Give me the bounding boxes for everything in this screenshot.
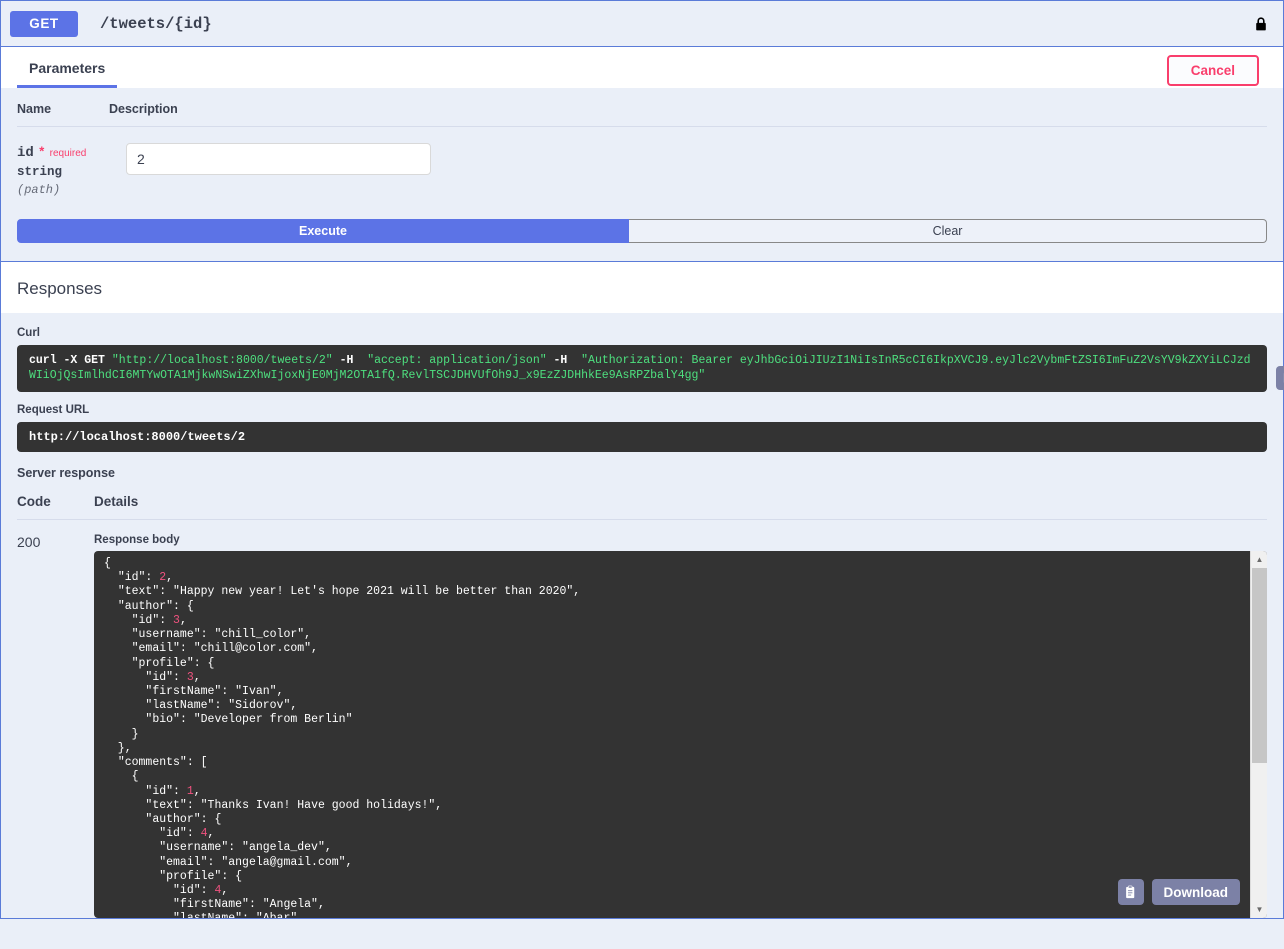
response-body-scroll-area[interactable]: { "id": 2, "text": "Happy new year! Let'…	[94, 551, 1250, 918]
response-row: 200 Response body { "id": 2, "text": "Ha…	[17, 520, 1267, 918]
parameter-name: id * required	[17, 145, 109, 161]
scrollbar-thumb[interactable]	[1252, 568, 1267, 763]
response-table-header: Code Details	[17, 480, 1267, 520]
curl-header-accept: "accept: application/json"	[367, 354, 547, 367]
download-button[interactable]: Download	[1151, 879, 1240, 905]
parameter-row-id: id * required string (path)	[17, 127, 1267, 219]
tab-parameters-label: Parameters	[29, 59, 106, 76]
tab-bar: Parameters Cancel	[1, 47, 1283, 88]
execute-button[interactable]: Execute	[17, 219, 629, 243]
operation-body: Parameters Cancel Name Description id * …	[1, 46, 1284, 918]
response-body-scrollbar[interactable]: ▲ ▼	[1250, 551, 1267, 918]
parameters-table-header: Name Description	[17, 88, 1267, 127]
response-details: Response body { "id": 2, "text": "Happy …	[94, 534, 1267, 918]
parameter-meta: id * required string (path)	[17, 143, 109, 197]
parameter-input-wrapper	[109, 143, 1267, 197]
response-status-code: 200	[17, 534, 41, 550]
responses-header: Responses	[1, 261, 1283, 313]
parameter-value-input[interactable]	[126, 143, 431, 175]
curl-prefix: curl -X GET	[29, 354, 112, 367]
responses-body: Curl curl -X GET "http://localhost:8000/…	[1, 313, 1284, 918]
server-response-label: Server response	[17, 466, 115, 480]
action-buttons-row: Execute Clear	[1, 219, 1283, 261]
column-header-name: Name	[17, 102, 52, 116]
copy-response-button[interactable]	[1117, 879, 1144, 905]
column-header-details: Details	[94, 494, 139, 509]
response-body-actions: Download	[1117, 879, 1240, 905]
response-body-json: { "id": 2, "text": "Happy new year! Let'…	[104, 557, 581, 918]
copy-curl-button[interactable]	[1276, 366, 1284, 390]
curl-header-flag-2: -H	[546, 354, 582, 367]
request-url-label: Request URL	[17, 404, 90, 416]
response-body-label: Response body	[94, 534, 180, 546]
clear-button[interactable]: Clear	[629, 219, 1267, 243]
response-body-panel: { "id": 2, "text": "Happy new year! Let'…	[94, 551, 1267, 918]
curl-url: "http://localhost:8000/tweets/2"	[111, 354, 333, 367]
column-header-code: Code	[17, 494, 51, 509]
request-url-block: http://localhost:8000/tweets/2	[17, 422, 1267, 452]
column-header-description: Description	[109, 102, 178, 116]
http-method-badge: GET	[10, 10, 78, 37]
operation-block: GET /tweets/{id} Parameters Cancel Name	[0, 0, 1284, 919]
tab-parameters[interactable]: Parameters	[17, 47, 118, 88]
parameters-area: Name Description id * required string (p…	[1, 88, 1283, 219]
swagger-operation-page: GET /tweets/{id} Parameters Cancel Name	[0, 0, 1284, 949]
curl-label: Curl	[17, 327, 40, 339]
triangle-down-icon[interactable]: ▼	[1251, 901, 1267, 918]
curl-command-block: curl -X GET "http://localhost:8000/tweet…	[17, 345, 1284, 392]
cancel-button[interactable]: Cancel	[1166, 55, 1259, 86]
parameter-location: (path)	[17, 183, 61, 197]
required-label: required	[49, 148, 87, 159]
triangle-up-icon[interactable]: ▲	[1251, 551, 1267, 568]
operation-header[interactable]: GET /tweets/{id}	[1, 1, 1283, 46]
responses-title: Responses	[17, 279, 103, 298]
parameter-name-text: id	[17, 145, 34, 161]
operation-path: /tweets/{id}	[100, 14, 212, 33]
parameter-type: string	[17, 165, 63, 179]
required-star-icon: *	[37, 145, 46, 160]
curl-header-flag-1: -H	[332, 354, 368, 367]
lock-icon[interactable]	[1253, 15, 1269, 33]
